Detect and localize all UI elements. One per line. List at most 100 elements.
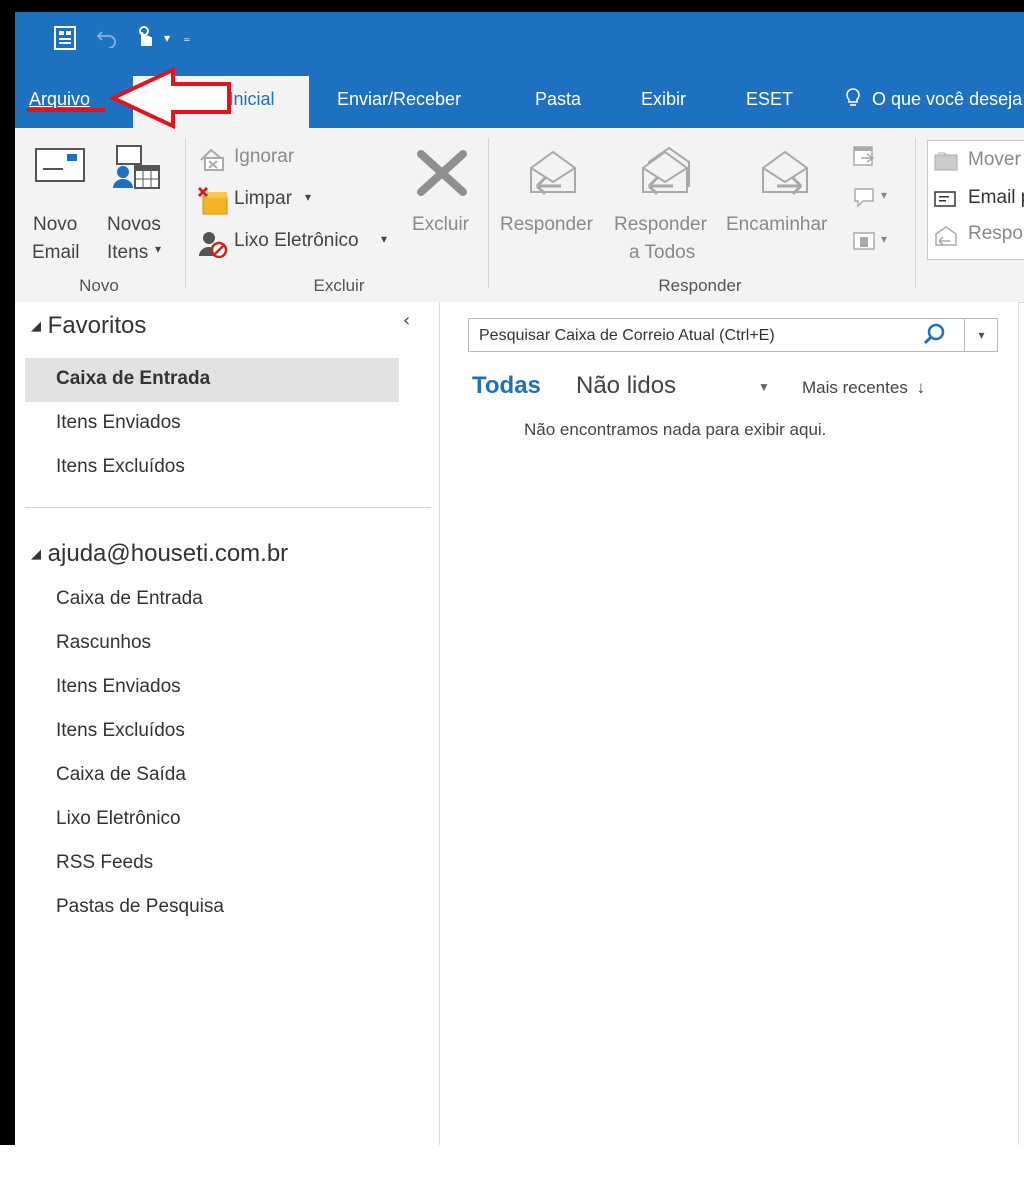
new-items-label-1: Novos bbox=[107, 214, 161, 235]
empty-list-message: Não encontramos nada para exibir aqui. bbox=[524, 420, 827, 439]
collapse-pane-icon[interactable]: ‹ bbox=[403, 310, 410, 331]
folder-deleted-items[interactable]: Itens Excluídos bbox=[25, 710, 399, 754]
expand-triangle-icon: ◢ bbox=[31, 318, 41, 333]
reply-all-icon bbox=[635, 142, 695, 200]
tell-me-text: O que você deseja fazer? bbox=[872, 89, 1024, 109]
reply-all-label-2: a Todos bbox=[629, 242, 696, 263]
favorites-header[interactable]: ◢ Favoritos bbox=[31, 312, 146, 340]
folder-junk[interactable]: Lixo Eletrônico bbox=[25, 798, 399, 842]
junk-icon bbox=[197, 230, 229, 262]
ignore-button[interactable]: Ignorar bbox=[197, 144, 317, 174]
reply-button[interactable]: Responder bbox=[499, 134, 611, 270]
tab-folder[interactable]: Pasta bbox=[535, 76, 581, 128]
reply-all-label-1: Responder bbox=[614, 214, 707, 235]
favorites-header-label: Favoritos bbox=[47, 312, 147, 339]
meeting-reply-icon[interactable] bbox=[853, 146, 893, 176]
sort-by[interactable]: Mais recentes ↓ bbox=[802, 378, 925, 398]
group-label-new: Novo bbox=[79, 276, 119, 295]
quick-steps-gallery: Mover para: ? Email para o Gerente Respo… bbox=[927, 140, 1024, 260]
send-receive-all-icon[interactable] bbox=[51, 24, 79, 52]
nav-divider bbox=[25, 507, 431, 508]
tab-file[interactable]: Arquivo bbox=[29, 76, 90, 128]
forward-icon bbox=[759, 148, 811, 200]
forward-label: Encaminhar bbox=[726, 214, 828, 235]
filter-unread[interactable]: Não lidos bbox=[576, 372, 676, 400]
new-items-button[interactable]: Novos Itens ▾ bbox=[93, 134, 175, 270]
ribbon-separator bbox=[185, 138, 186, 288]
tab-eset[interactable]: ESET bbox=[746, 76, 793, 128]
favorite-inbox[interactable]: Caixa de Entrada bbox=[25, 358, 399, 402]
ribbon-tabs: Arquivo Página Inicial Enviar/Receber Pa… bbox=[15, 76, 1024, 128]
email-icon bbox=[934, 191, 958, 213]
folder-inbox[interactable]: Caixa de Entrada bbox=[25, 578, 399, 622]
touch-mode-icon[interactable] bbox=[131, 24, 159, 52]
junk-dropdown-icon: ▾ bbox=[381, 232, 388, 246]
account-header[interactable]: ◢ ajuda@houseti.com.br bbox=[31, 540, 288, 568]
quick-step-reply-delete-label: Responder e Excluir bbox=[968, 223, 1024, 244]
group-label-respond: Responder bbox=[658, 276, 742, 295]
junk-button[interactable]: Lixo Eletrônico ▾ bbox=[197, 228, 397, 259]
sort-label: Mais recentes bbox=[802, 378, 908, 397]
reply-label: Responder bbox=[500, 214, 593, 235]
folder-pane: ‹ ◢ Favoritos Caixa de Entrada Itens Env… bbox=[15, 302, 440, 1145]
reply-delete-icon bbox=[934, 225, 958, 251]
lightbulb-icon bbox=[845, 88, 866, 109]
customize-qat-icon[interactable]: ₌ bbox=[175, 24, 199, 52]
ribbon-separator bbox=[488, 138, 489, 288]
im-reply-icon[interactable]: ▾ bbox=[853, 186, 897, 216]
quick-access-toolbar: ▾ ₌ bbox=[51, 24, 199, 52]
folder-search-folders[interactable]: Pastas de Pesquisa bbox=[25, 886, 399, 930]
delete-icon bbox=[417, 150, 467, 200]
ribbon: Novo Email Novos Itens ▾ Novo Ignorar Li… bbox=[15, 128, 1024, 303]
quick-step-move[interactable]: Mover para: ? bbox=[934, 149, 1024, 179]
quick-step-email-label: Email para o Gerente bbox=[968, 187, 1024, 208]
tab-send-receive[interactable]: Enviar/Receber bbox=[337, 76, 461, 128]
junk-label: Lixo Eletrônico bbox=[234, 230, 359, 251]
sort-arrow-icon: ↓ bbox=[916, 378, 926, 397]
undo-icon[interactable] bbox=[93, 24, 121, 52]
tell-me-box[interactable]: O que você deseja fazer? bbox=[845, 76, 1024, 128]
message-list-pane: ▾ Todas Não lidos ▼ Mais recentes ↓ Não … bbox=[440, 302, 1019, 1145]
search-scope-dropdown-icon[interactable]: ▾ bbox=[964, 319, 998, 351]
ribbon-separator bbox=[915, 138, 916, 288]
new-email-button[interactable]: Novo Email bbox=[23, 134, 93, 270]
new-items-dropdown-icon: ▾ bbox=[155, 242, 162, 256]
folder-sent-items[interactable]: Itens Enviados bbox=[25, 666, 399, 710]
new-email-label-1: Novo bbox=[33, 214, 78, 235]
search-input[interactable] bbox=[477, 324, 911, 348]
clean-up-icon bbox=[197, 186, 229, 220]
delete-label: Excluir bbox=[412, 214, 470, 235]
clean-up-button[interactable]: Limpar ▾ bbox=[197, 186, 337, 216]
more-respond-icon[interactable]: ▾ bbox=[853, 230, 897, 260]
ignore-icon bbox=[197, 146, 227, 176]
folder-rss-feeds[interactable]: RSS Feeds bbox=[25, 842, 399, 886]
folder-move-icon bbox=[934, 151, 958, 175]
filter-all[interactable]: Todas bbox=[472, 372, 541, 400]
forward-button[interactable]: Encaminhar bbox=[725, 134, 843, 270]
tab-view[interactable]: Exibir bbox=[641, 76, 686, 128]
quick-step-reply-delete[interactable]: Responder e Excluir bbox=[934, 223, 1024, 253]
new-email-icon bbox=[35, 148, 85, 186]
delete-button[interactable]: Excluir bbox=[407, 134, 479, 270]
group-label-delete: Excluir bbox=[313, 276, 365, 295]
folder-drafts[interactable]: Rascunhos bbox=[25, 622, 399, 666]
ignore-label: Ignorar bbox=[234, 146, 295, 167]
quick-step-email[interactable]: Email para o Gerente bbox=[934, 187, 1024, 217]
expand-triangle-icon: ◢ bbox=[31, 546, 41, 561]
reply-all-button[interactable]: Responder a Todos bbox=[613, 134, 725, 270]
favorite-sent-items[interactable]: Itens Enviados bbox=[25, 402, 399, 446]
title-bar: ▾ ₌ bbox=[15, 12, 1024, 76]
filter-dropdown-icon[interactable]: ▼ bbox=[758, 380, 770, 394]
tab-home[interactable]: Página Inicial bbox=[133, 76, 309, 128]
folder-outbox[interactable]: Caixa de Saída bbox=[25, 754, 399, 798]
outlook-window: ▾ ₌ Arquivo Página Inicial Enviar/Recebe… bbox=[15, 12, 1024, 1145]
new-email-label-2: Email bbox=[32, 242, 80, 263]
account-header-label: ajuda@houseti.com.br bbox=[47, 540, 289, 567]
favorite-deleted-items[interactable]: Itens Excluídos bbox=[25, 446, 399, 490]
reply-icon bbox=[527, 148, 579, 200]
new-items-label-2: Itens bbox=[107, 242, 149, 263]
clean-up-label: Limpar bbox=[234, 188, 293, 209]
new-items-icon bbox=[109, 144, 161, 194]
search-icon[interactable] bbox=[921, 321, 949, 349]
touch-dropdown-icon[interactable]: ▾ bbox=[159, 24, 175, 52]
